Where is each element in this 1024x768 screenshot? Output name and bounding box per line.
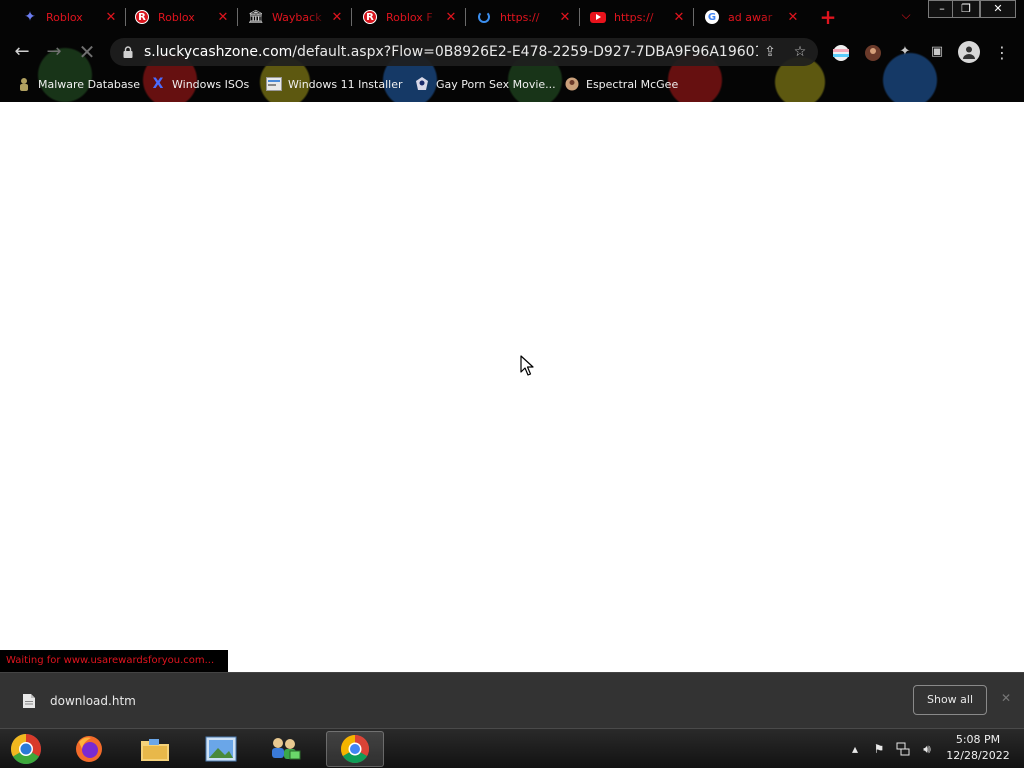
lock-icon[interactable] [120,46,136,58]
show-all-button[interactable]: Show all [913,685,987,715]
bookmark-windows-11-installer[interactable]: Windows 11 Installer [266,74,403,94]
bookmark-label: Windows 11 Installer [288,77,403,91]
x-icon: X [152,76,164,92]
page-content [0,102,1024,672]
toolbar: ← → ✕ s.luckycashzone.com/default.aspx?F… [0,36,1024,68]
tab-7[interactable]: G ad awar ✕ [696,4,808,30]
forward-arrow-icon[interactable]: → [42,40,66,64]
tab-title: Wayback [272,10,322,24]
tab-title: https:// [500,10,540,24]
status-bubble: Waiting for www.usarewardsforyou.com... [0,650,229,672]
tab-title: Roblox [158,10,195,24]
bookmarks-bar: Malware Database X Windows ISOs Windows … [0,72,1024,96]
extension-avatar-icon[interactable] [864,44,882,62]
file-explorer-taskbar-button[interactable] [126,731,184,767]
firefox-taskbar-button[interactable] [60,731,118,767]
installer-icon [266,76,282,92]
picture-icon [205,736,237,762]
mouse-cursor-icon [520,355,534,381]
system-tray: ▴ ⚑ 🔊︎ [844,733,940,765]
menu-kebab-icon[interactable]: ⋮ [994,42,1010,64]
start-button[interactable] [8,732,44,766]
url-host: s.luckycashzone.com [144,44,293,60]
extension-flag-icon[interactable] [832,44,850,62]
url-path: /default.aspx?Flow=0B8926E2-E478-2259-D9… [292,44,758,60]
download-shelf: download.htm Show all ✕ [0,672,1024,728]
tab-close-icon[interactable]: ✕ [104,10,118,25]
browser-header: ✦ Roblox ✕ R Roblox ✕ 🏛︎ Wayback ✕ R Rob… [0,0,1024,102]
profile-avatar-icon[interactable] [958,41,980,63]
taskbar: ▴ ⚑ 🔊︎ 5:08 PM 12/28/2022 [0,728,1024,768]
tab-title: Roblox F [386,10,433,24]
volume-icon[interactable]: 🔊︎ [916,738,938,760]
bookmark-site[interactable]: Gay Porn Sex Movie... [414,74,556,94]
extensions-puzzle-icon[interactable]: ✦ [896,44,914,62]
clock[interactable]: 5:08 PM 12/28/2022 [940,732,1016,764]
clock-date: 12/28/2022 [946,749,1010,762]
roblox-icon: R [134,9,150,25]
malware-icon [16,76,32,92]
site-icon [414,76,430,92]
tab-6[interactable]: https:// ✕ [582,4,694,30]
discord-icon: ✦ [24,9,36,25]
bookmark-star-icon[interactable]: ☆ [788,44,812,60]
youtube-icon [590,9,606,25]
bookmark-label: Espectral McGee [586,77,679,91]
firefox-icon [76,736,102,762]
close-shelf-icon[interactable]: ✕ [998,691,1014,707]
show-hidden-icons-arrow-icon[interactable]: ▴ [844,738,866,760]
profile-icon [564,76,580,92]
bookmark-malware-database[interactable]: Malware Database [16,74,140,94]
tab-close-icon[interactable]: ✕ [672,10,686,25]
tab-title: https:// [614,10,654,24]
tab-5-active[interactable]: https:// ✕ [468,4,580,30]
loading-spinner-icon [476,9,492,25]
tab-title: ad awar [728,10,773,24]
chrome-taskbar-button[interactable] [326,731,384,767]
bookmark-espectral-mcgee[interactable]: Espectral McGee [564,74,678,94]
new-tab-button[interactable]: + [818,6,838,28]
browser-window: ✦ Roblox ✕ R Roblox ✕ 🏛︎ Wayback ✕ R Rob… [0,0,1024,728]
folder-icon [141,739,169,761]
action-center-flag-icon[interactable]: ⚑ [868,738,890,760]
bookmark-label: Gay Porn Sex Movie... [436,77,556,91]
photo-viewer-taskbar-button[interactable] [192,731,250,767]
roblox-icon: R [362,9,378,25]
stop-loading-icon[interactable]: ✕ [75,40,99,64]
start-orb-icon [10,734,42,765]
bookmark-label: Malware Database [38,77,141,91]
tab-4[interactable]: R Roblox F ✕ [354,4,466,30]
window-close-button[interactable]: ✕ [980,0,1016,18]
google-icon: G [704,9,720,25]
tab-title: Roblox [46,10,83,24]
bookmark-windows-isos[interactable]: X Windows ISOs [150,74,250,94]
tab-2[interactable]: R Roblox ✕ [126,4,238,30]
tab-close-icon[interactable]: ✕ [444,10,458,25]
restore-button[interactable]: ❐ [952,0,980,18]
network-icon[interactable] [892,738,914,760]
tab-3[interactable]: 🏛︎ Wayback ✕ [240,4,352,30]
file-icon [23,694,35,708]
tab-search-chevron-icon[interactable]: ⌵ [896,8,916,26]
download-filename: download.htm [50,694,136,708]
bookmark-label: Windows ISOs [172,77,250,91]
tab-close-icon[interactable]: ✕ [558,10,572,25]
chrome-icon [341,735,369,763]
url-text[interactable]: s.luckycashzone.com/default.aspx?Flow=0B… [144,44,758,60]
download-item[interactable]: download.htm [14,685,136,717]
network-taskbar-button[interactable] [256,731,314,767]
address-bar[interactable]: s.luckycashzone.com/default.aspx?Flow=0B… [110,38,818,66]
clock-time: 5:08 PM [955,733,1001,746]
tab-strip: ✦ Roblox ✕ R Roblox ✕ 🏛︎ Wayback ✕ R Rob… [0,0,1024,34]
back-arrow-icon[interactable]: ← [10,40,34,64]
tab-close-icon[interactable]: ✕ [216,10,230,25]
tab-close-icon[interactable]: ✕ [786,10,800,25]
tab-close-icon[interactable]: ✕ [330,10,344,25]
tab-1[interactable]: ✦ Roblox ✕ [14,4,126,30]
side-panel-icon[interactable]: ▣ [928,44,946,62]
museum-icon: 🏛︎ [247,9,265,25]
users-network-icon [272,738,301,760]
share-icon[interactable]: ⇪ [758,44,782,60]
